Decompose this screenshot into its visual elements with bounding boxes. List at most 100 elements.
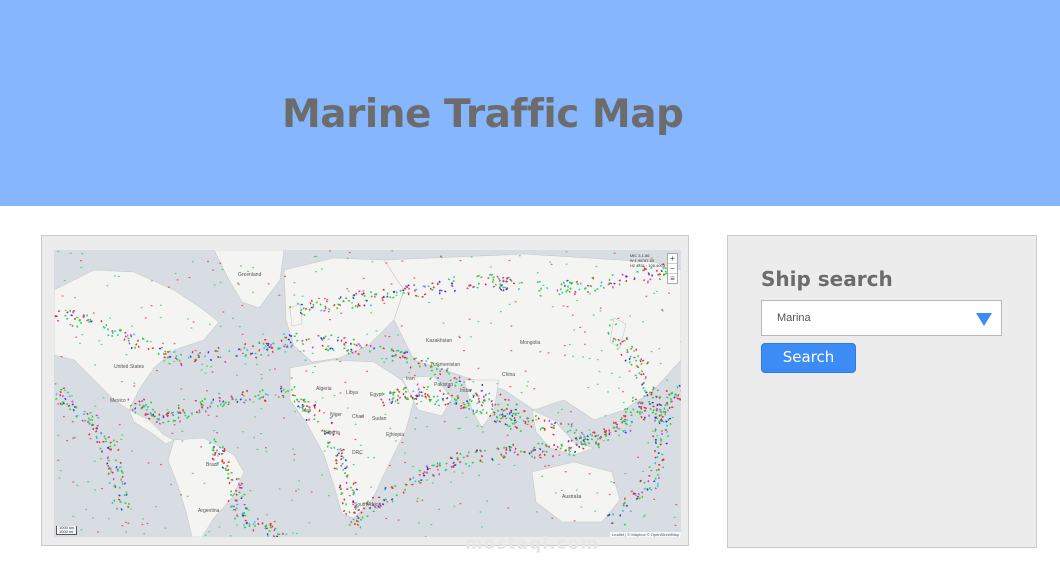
ship-marker[interactable]: [293, 282, 296, 284]
ship-marker[interactable]: [375, 330, 378, 332]
ship-marker[interactable]: [556, 289, 559, 292]
ship-marker[interactable]: [314, 365, 316, 368]
ship-marker[interactable]: [130, 508, 132, 510]
ship-marker[interactable]: [385, 357, 388, 360]
ship-marker[interactable]: [650, 351, 653, 353]
ship-marker[interactable]: [370, 486, 372, 488]
ship-marker[interactable]: [582, 356, 584, 358]
ship-marker[interactable]: [294, 411, 296, 413]
ship-marker[interactable]: [619, 514, 622, 517]
ship-marker[interactable]: [509, 386, 512, 388]
ship-marker[interactable]: [637, 402, 639, 405]
ship-marker[interactable]: [126, 334, 129, 337]
ship-marker[interactable]: [357, 343, 360, 345]
ship-marker[interactable]: [293, 453, 296, 455]
ship-marker[interactable]: [163, 360, 166, 362]
ship-marker[interactable]: [252, 529, 255, 532]
ship-marker[interactable]: [344, 381, 347, 383]
ship-marker[interactable]: [201, 407, 204, 409]
ship-marker[interactable]: [515, 421, 518, 423]
ship-marker[interactable]: [301, 295, 304, 297]
ship-marker[interactable]: [401, 260, 404, 262]
ship-marker[interactable]: [57, 403, 60, 405]
ship-marker[interactable]: [418, 469, 421, 472]
ship-marker[interactable]: [88, 321, 91, 323]
ship-marker[interactable]: [265, 345, 267, 348]
ship-marker[interactable]: [389, 464, 391, 467]
ship-marker[interactable]: [69, 309, 72, 312]
ship-marker[interactable]: [549, 261, 551, 263]
ship-marker[interactable]: [241, 333, 244, 335]
ship-marker[interactable]: [649, 402, 651, 405]
ship-marker[interactable]: [249, 490, 252, 492]
ship-marker[interactable]: [299, 351, 302, 353]
ship-marker[interactable]: [642, 516, 645, 518]
ship-marker[interactable]: [101, 450, 103, 453]
ship-marker[interactable]: [647, 280, 650, 282]
ship-marker[interactable]: [622, 391, 624, 393]
ship-marker[interactable]: [79, 342, 81, 344]
ship-marker[interactable]: [292, 532, 294, 534]
ship-marker[interactable]: [269, 526, 272, 529]
ship-marker[interactable]: [571, 314, 574, 316]
ship-marker[interactable]: [653, 387, 656, 390]
ship-marker[interactable]: [560, 422, 562, 425]
ship-marker[interactable]: [391, 250, 394, 252]
ship-marker[interactable]: [485, 411, 488, 414]
ship-marker[interactable]: [490, 322, 492, 324]
ship-marker[interactable]: [513, 464, 516, 466]
ship-marker[interactable]: [213, 430, 215, 432]
ship-marker[interactable]: [551, 306, 554, 308]
ship-marker[interactable]: [634, 374, 637, 376]
ship-marker[interactable]: [243, 401, 246, 404]
ship-marker[interactable]: [489, 266, 492, 268]
ship-marker[interactable]: [265, 393, 267, 396]
ship-marker[interactable]: [302, 350, 305, 352]
ship-marker[interactable]: [594, 510, 597, 512]
ship-marker[interactable]: [599, 310, 602, 312]
ship-marker[interactable]: [72, 481, 75, 483]
ship-marker[interactable]: [637, 456, 639, 458]
ship-marker[interactable]: [531, 455, 533, 458]
ship-marker[interactable]: [98, 340, 101, 342]
ship-marker[interactable]: [402, 355, 404, 358]
ship-marker[interactable]: [214, 349, 217, 352]
ship-marker[interactable]: [404, 461, 407, 464]
ship-marker[interactable]: [254, 416, 256, 418]
ship-marker[interactable]: [89, 438, 92, 440]
ship-marker[interactable]: [595, 265, 598, 268]
ship-marker[interactable]: [596, 492, 599, 494]
ship-marker[interactable]: [57, 459, 60, 461]
ship-marker[interactable]: [96, 441, 99, 443]
ship-marker[interactable]: [280, 390, 283, 393]
ship-marker[interactable]: [64, 389, 66, 391]
ship-marker[interactable]: [437, 469, 439, 471]
ship-marker[interactable]: [564, 471, 567, 473]
ship-marker[interactable]: [284, 351, 287, 353]
ship-marker[interactable]: [133, 385, 136, 387]
ship-marker[interactable]: [347, 290, 350, 292]
ship-marker[interactable]: [328, 495, 330, 497]
ship-marker[interactable]: [66, 440, 68, 442]
ship-marker[interactable]: [180, 353, 182, 356]
ship-marker[interactable]: [426, 388, 428, 391]
ship-marker[interactable]: [298, 480, 301, 482]
ship-marker[interactable]: [645, 295, 648, 297]
ship-marker[interactable]: [485, 393, 487, 396]
ship-marker[interactable]: [620, 418, 622, 421]
ship-marker[interactable]: [604, 415, 607, 417]
ship-marker[interactable]: [491, 458, 493, 461]
ship-marker[interactable]: [180, 494, 182, 496]
ship-marker[interactable]: [327, 338, 330, 340]
ship-marker[interactable]: [396, 350, 399, 352]
ship-marker[interactable]: [210, 366, 213, 368]
ship-marker[interactable]: [440, 256, 443, 259]
ship-marker[interactable]: [113, 275, 116, 277]
ship-marker[interactable]: [539, 351, 542, 353]
ship-marker[interactable]: [218, 526, 221, 528]
ship-marker[interactable]: [438, 508, 441, 510]
ship-marker[interactable]: [396, 334, 399, 336]
ship-marker[interactable]: [213, 449, 215, 452]
ship-marker[interactable]: [267, 283, 270, 285]
ship-marker[interactable]: [116, 441, 118, 443]
